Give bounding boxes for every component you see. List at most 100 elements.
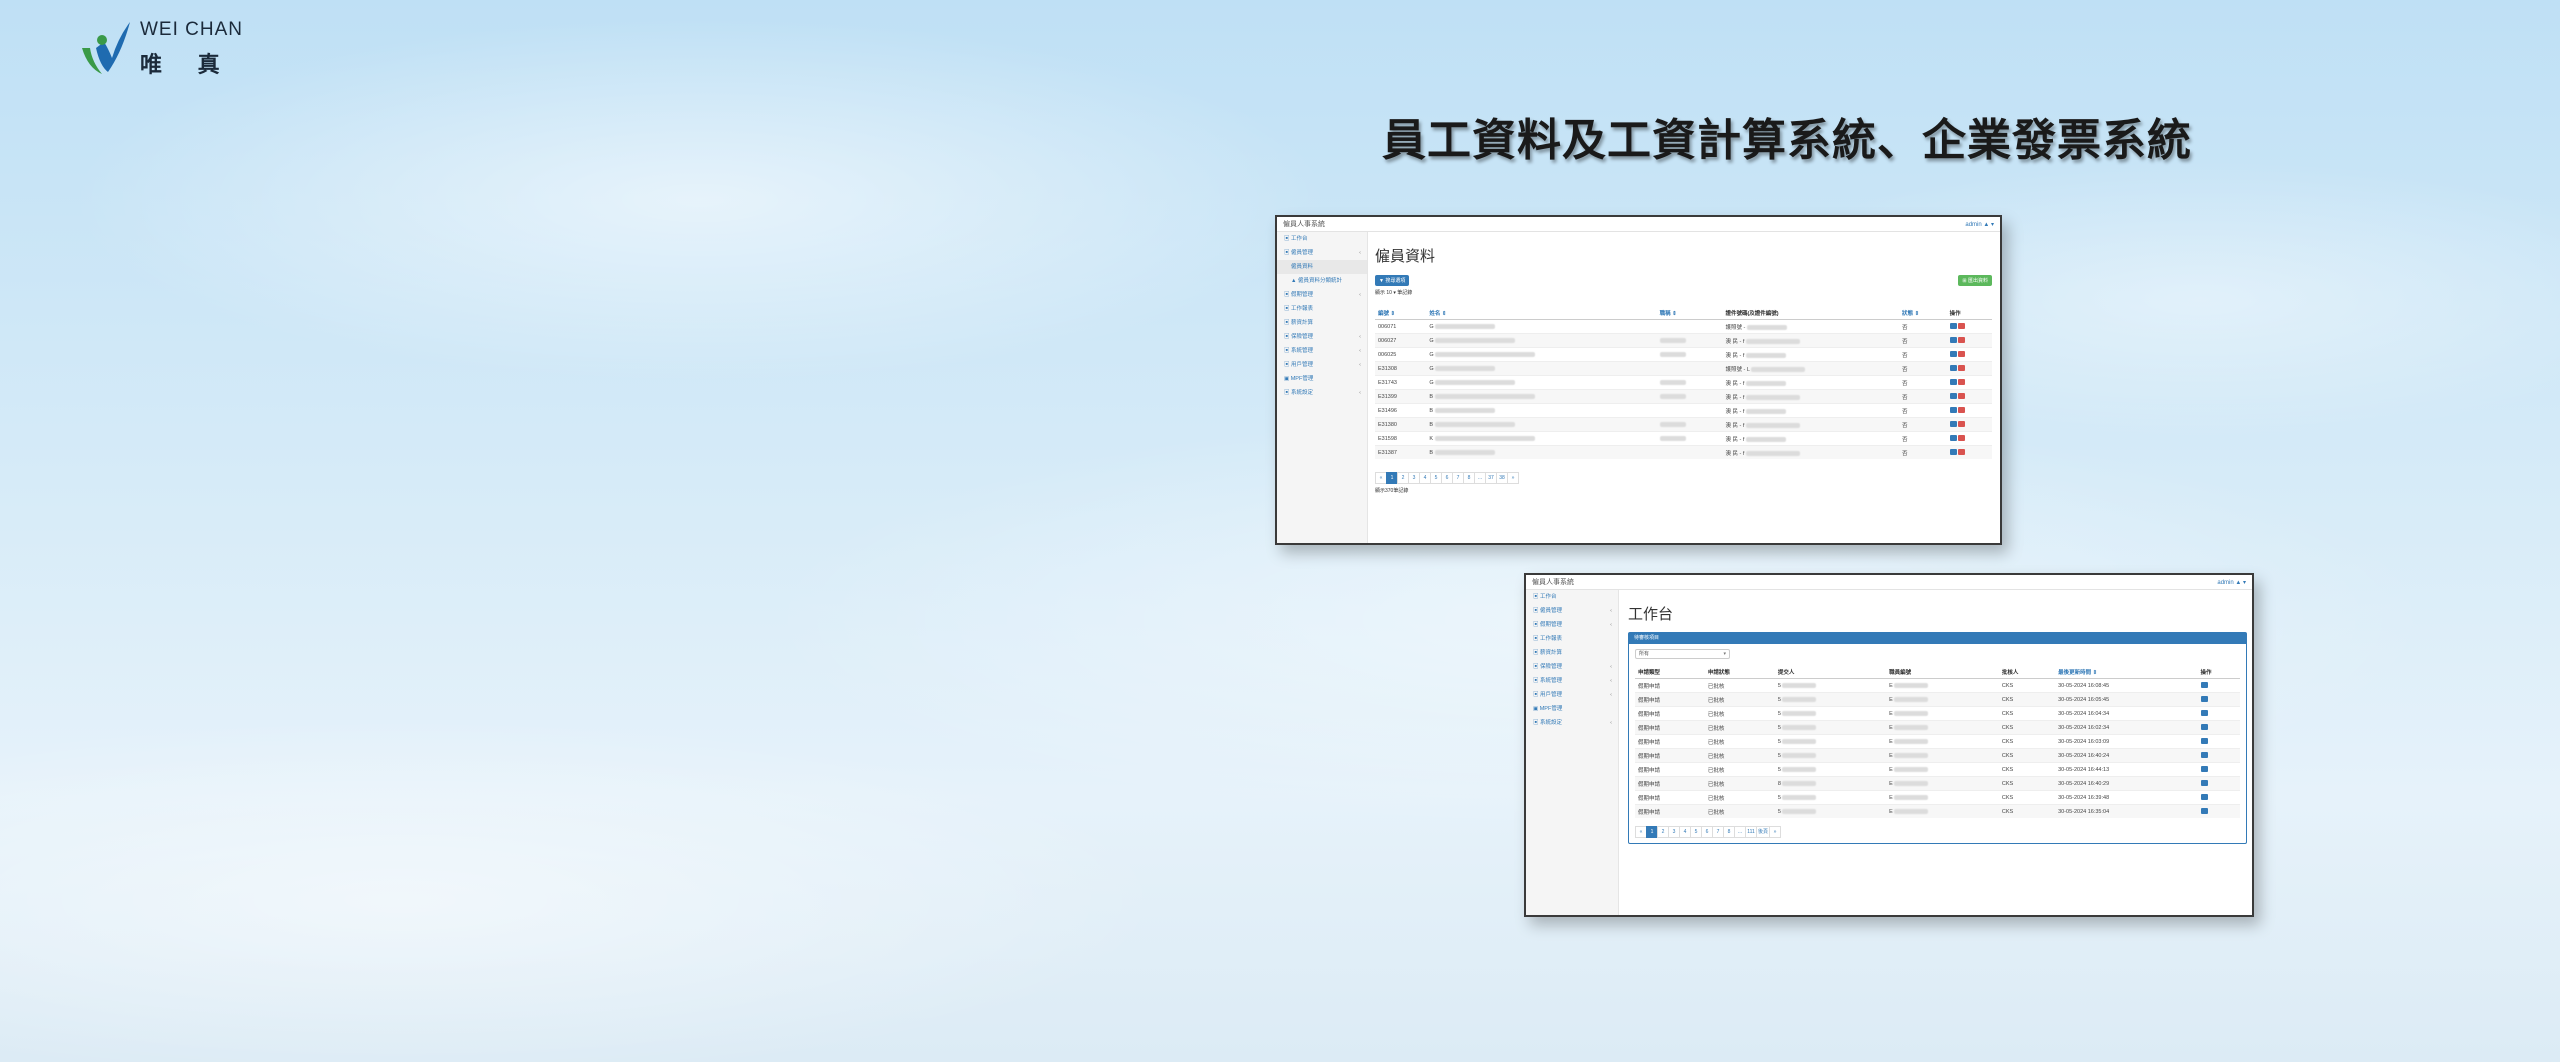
- search-options-button[interactable]: ▼ 搜尋選項: [1375, 274, 1410, 286]
- employee-table: 編號 ⇕ 姓名 ⇕ 職稱 ⇕ 證件號碼(及證件編號) 狀態 ⇕ 操作 006071 G 護照…: [1375, 306, 1992, 459]
- sidebar-item-label: ▣ 系統設定: [1284, 390, 1314, 396]
- edit-icon[interactable]: [1949, 449, 1957, 456]
- delete-icon[interactable]: [1957, 379, 1965, 386]
- sidebar-item[interactable]: ▣ 系統設定 ‹: [1526, 716, 1618, 730]
- row-actions: [2197, 790, 2240, 805]
- edit-icon[interactable]: [1949, 379, 1957, 386]
- employee-name: B: [1426, 403, 1657, 418]
- sidebar-item[interactable]: ▣ 假期管理 ‹: [1526, 618, 1618, 632]
- edit-icon[interactable]: [1949, 337, 1957, 344]
- redacted-text: [1435, 337, 1516, 343]
- sidebar-item-label: ▲ 僱員資料分類統計: [1291, 278, 1342, 284]
- column-header[interactable]: 申請狀態: [1704, 665, 1775, 679]
- sidebar-item[interactable]: ▣ MPF管理: [1277, 372, 1367, 386]
- edit-icon[interactable]: [1949, 351, 1957, 358]
- approver: CKS: [1998, 706, 2056, 721]
- sidebar-item[interactable]: ▣ 僱員管理 ‹: [1277, 246, 1367, 260]
- sidebar-item-label: ▣ 假期管理: [1533, 622, 1563, 628]
- delete-icon[interactable]: [1957, 435, 1965, 442]
- delete-icon[interactable]: [1957, 337, 1965, 344]
- sidebar-item[interactable]: ▣ 工作台: [1277, 232, 1367, 246]
- column-header[interactable]: 批核人: [1998, 665, 2056, 679]
- page-headline: 員工資料及工資計算系統、企業發票系統: [1382, 115, 2192, 166]
- employee-name: B: [1426, 445, 1657, 459]
- page-size-select[interactable]: 顯示 10 ▾ 筆記錄: [1375, 289, 1992, 296]
- sidebar-item[interactable]: ▣ 用戶管理 ‹: [1526, 688, 1618, 702]
- sidebar-item[interactable]: ▣ 薪資計算: [1277, 316, 1367, 330]
- column-header[interactable]: 申請類型: [1635, 665, 1705, 679]
- edit-icon[interactable]: [2200, 710, 2208, 717]
- edit-icon[interactable]: [1949, 323, 1957, 330]
- edit-icon[interactable]: [1949, 365, 1957, 372]
- edit-icon[interactable]: [2200, 808, 2208, 815]
- column-header[interactable]: 操作: [1946, 306, 1992, 320]
- sidebar-item[interactable]: ▲ 僱員資料分類統計: [1277, 274, 1367, 288]
- column-header[interactable]: 職員編號: [1886, 665, 1999, 679]
- page-link[interactable]: »: [1769, 826, 1782, 838]
- edit-icon[interactable]: [2200, 766, 2208, 773]
- sidebar-item[interactable]: ▣ 假期管理 ‹: [1277, 288, 1367, 302]
- row-actions: [2197, 692, 2240, 707]
- edit-icon[interactable]: [2200, 696, 2208, 703]
- delete-icon[interactable]: [1957, 407, 1965, 414]
- chevron-icon: ‹: [1359, 390, 1361, 396]
- column-header[interactable]: 證件號碼(及證件編號): [1722, 306, 1900, 320]
- redacted-text: [1434, 421, 1515, 427]
- column-header[interactable]: 職稱 ⇕: [1656, 306, 1723, 320]
- user-menu[interactable]: admin ▲ ▾: [1965, 221, 1994, 228]
- sidebar-item[interactable]: ▣ 薪資計算: [1526, 646, 1618, 660]
- edit-icon[interactable]: [1949, 407, 1957, 414]
- edit-icon[interactable]: [1949, 393, 1957, 400]
- delete-icon[interactable]: [1957, 365, 1965, 372]
- sidebar-item[interactable]: ▣ 用戶管理 ‹: [1277, 358, 1367, 372]
- sidebar-item[interactable]: ▣ 保險管理 ‹: [1277, 330, 1367, 344]
- column-header[interactable]: 操作: [2197, 665, 2240, 679]
- sidebar-item[interactable]: ▣ 保險管理 ‹: [1526, 660, 1618, 674]
- table-row: E31598 K 澳 民 - f 否: [1375, 431, 1992, 446]
- sidebar-item[interactable]: ▣ 僱員管理 ‹: [1526, 604, 1618, 618]
- chevron-icon: ‹: [1610, 720, 1612, 726]
- sidebar-item[interactable]: ▣ 工作報表: [1277, 302, 1367, 316]
- sidebar-item[interactable]: ▣ 工作台: [1526, 590, 1618, 604]
- edit-icon[interactable]: [2200, 794, 2208, 801]
- row-actions: [1946, 333, 1992, 348]
- redacted-text: [1435, 379, 1516, 385]
- edit-icon[interactable]: [2200, 738, 2208, 745]
- delete-icon[interactable]: [1957, 449, 1965, 456]
- delete-icon[interactable]: [1957, 351, 1965, 358]
- status-filter-select[interactable]: 所有: [1635, 649, 1730, 659]
- sidebar-item[interactable]: ▣ 系統管理 ‹: [1277, 344, 1367, 358]
- edit-icon[interactable]: [2200, 780, 2208, 787]
- approver: CKS: [1998, 762, 2056, 777]
- delete-icon[interactable]: [1957, 393, 1965, 400]
- delete-icon[interactable]: [1957, 421, 1965, 428]
- edit-icon[interactable]: [1949, 421, 1957, 428]
- column-header[interactable]: 狀態 ⇕: [1899, 306, 1947, 320]
- chevron-icon: ‹: [1610, 692, 1612, 698]
- edit-icon[interactable]: [2200, 752, 2208, 759]
- delete-icon[interactable]: [1957, 323, 1965, 330]
- sidebar-item[interactable]: ▣ 系統設定 ‹: [1277, 386, 1367, 400]
- redacted-text: [1659, 421, 1686, 427]
- employee-title: [1656, 389, 1723, 404]
- user-menu[interactable]: admin ▲ ▾: [2217, 579, 2246, 586]
- column-header[interactable]: 提交人: [1774, 665, 1887, 679]
- dashboard-screenshot: 僱員人事系統 admin ▲ ▾ ▣ 工作台 ▣ 僱員管理 ‹ ▣ 假期管理 ‹ ▣ 工作…: [1524, 573, 2254, 917]
- edit-icon[interactable]: [2200, 682, 2208, 689]
- column-header[interactable]: 最後更新時間 ⇕: [2055, 665, 2198, 679]
- page-link[interactable]: 後頁: [1756, 826, 1771, 838]
- edit-icon[interactable]: [2200, 724, 2208, 731]
- sidebar-item[interactable]: ▣ 工作報表: [1526, 632, 1618, 646]
- request-type: 假期申請: [1635, 804, 1705, 818]
- column-header[interactable]: 姓名 ⇕: [1426, 306, 1657, 320]
- column-header[interactable]: 編號 ⇕: [1375, 306, 1427, 320]
- row-actions: [2197, 776, 2240, 791]
- sidebar-item[interactable]: ▣ 系統管理 ‹: [1526, 674, 1618, 688]
- sidebar-item[interactable]: ▣ MPF管理: [1526, 702, 1618, 716]
- table-row: E31380 B 澳 民 - f 否: [1375, 417, 1992, 432]
- page-link[interactable]: »: [1507, 472, 1519, 484]
- redacted-text: [1782, 752, 1817, 758]
- edit-icon[interactable]: [1949, 435, 1957, 442]
- export-button[interactable]: ⊞ 匯出資料: [1958, 274, 1992, 286]
- sidebar-item[interactable]: 僱員資料: [1277, 260, 1367, 274]
